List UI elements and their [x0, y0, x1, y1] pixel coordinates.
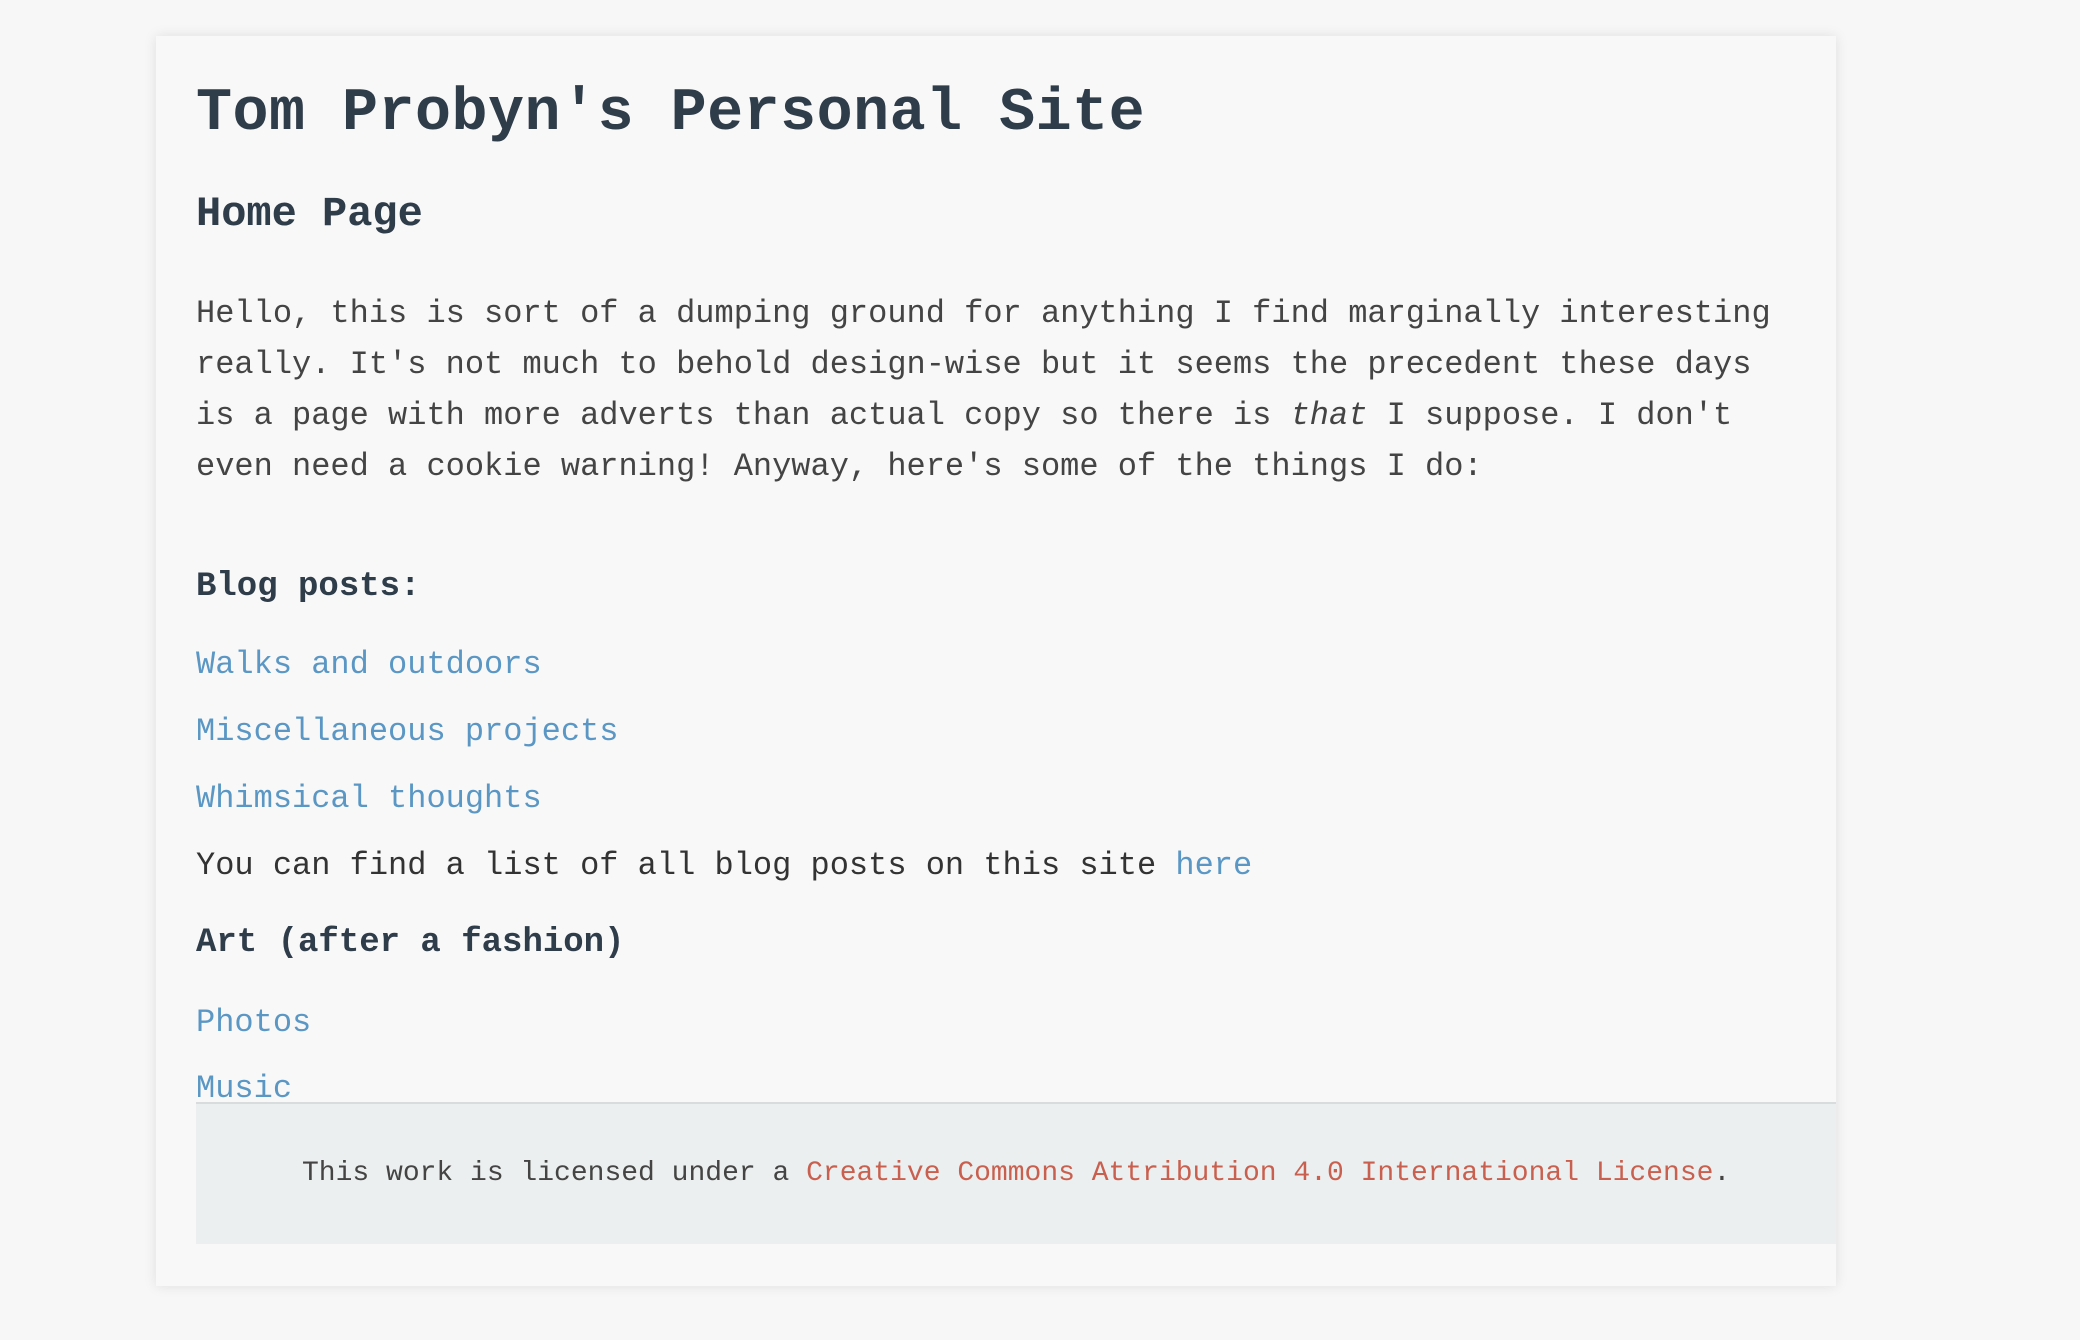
page-title: Home Page [196, 190, 423, 238]
link-photos[interactable]: Photos [196, 1004, 311, 1041]
all-posts-text: You can find a list of all blog posts on… [196, 847, 1176, 884]
intro-emphasis: that [1290, 397, 1368, 434]
blog-posts-heading: Blog posts: [196, 568, 421, 606]
license-text: This work is licensed under a Creative C… [302, 1158, 1730, 1189]
license-text-before: This work is licensed under a [302, 1158, 807, 1189]
license-link[interactable]: Creative Commons Attribution 4.0 Interna… [806, 1158, 1713, 1189]
link-walks-and-outdoors[interactable]: Walks and outdoors [196, 646, 542, 683]
art-heading: Art (after a fashion) [196, 924, 625, 962]
license-footer: This work is licensed under a Creative C… [196, 1102, 1836, 1244]
content-card: Tom Probyn's Personal Site Home Page Hel… [156, 36, 1836, 1286]
all-posts-here-link[interactable]: here [1175, 847, 1252, 884]
intro-paragraph: Hello, this is sort of a dumping ground … [196, 288, 1796, 492]
license-text-after: . [1713, 1158, 1731, 1189]
link-miscellaneous-projects[interactable]: Miscellaneous projects [196, 713, 618, 750]
all-posts-line: You can find a list of all blog posts on… [196, 847, 1252, 884]
site-title: Tom Probyn's Personal Site [196, 80, 1146, 148]
link-whimsical-thoughts[interactable]: Whimsical thoughts [196, 780, 542, 817]
